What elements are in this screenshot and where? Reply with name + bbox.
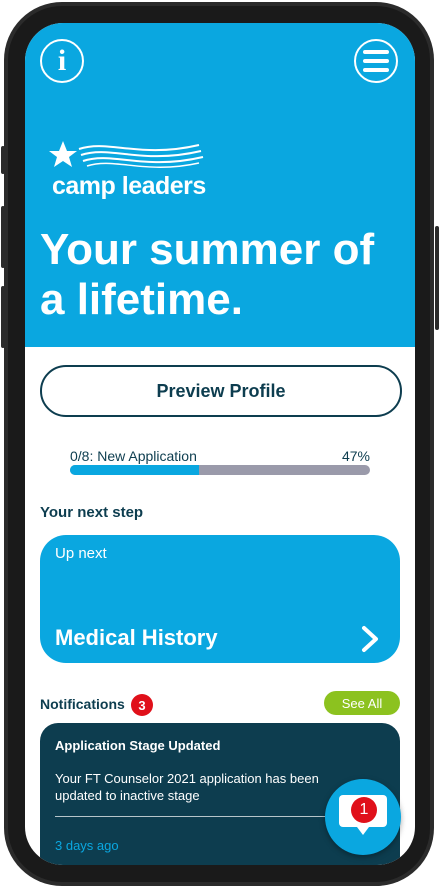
logo-wordmark: camp leaders bbox=[52, 172, 206, 200]
notification-title: Application Stage Updated bbox=[55, 738, 221, 753]
info-button[interactable]: i bbox=[40, 39, 84, 83]
application-progress-label: 0/8: New Application bbox=[70, 448, 197, 464]
volume-up-button bbox=[1, 206, 5, 268]
chevron-right-icon bbox=[362, 626, 378, 652]
notification-time: 3 days ago bbox=[55, 838, 119, 853]
next-step-card[interactable]: Up next Medical History bbox=[40, 535, 400, 663]
power-button bbox=[435, 226, 439, 330]
star-icon bbox=[49, 141, 77, 167]
app-screen: i camp leaders Your summer of a lifetime… bbox=[25, 23, 415, 865]
mute-switch bbox=[1, 146, 5, 174]
application-progress-bar bbox=[70, 465, 370, 475]
hero-headline: Your summer of a lifetime. bbox=[40, 225, 375, 324]
volume-down-button bbox=[1, 286, 5, 348]
menu-button[interactable] bbox=[354, 39, 398, 83]
next-step-heading: Your next step bbox=[40, 504, 144, 521]
notifications-heading: Notifications bbox=[40, 696, 125, 712]
chat-unread-badge: 1 bbox=[351, 797, 377, 823]
notification-divider bbox=[55, 816, 355, 817]
application-progress-fill bbox=[70, 465, 199, 475]
see-all-button[interactable]: See All bbox=[324, 691, 400, 715]
chat-button[interactable]: 1 bbox=[325, 779, 401, 855]
application-progress-percent: 47% bbox=[341, 448, 370, 464]
preview-profile-button[interactable]: Preview Profile bbox=[40, 365, 402, 417]
next-step-title: Medical History bbox=[55, 625, 218, 650]
hero-banner: i camp leaders Your summer of a lifetime… bbox=[25, 23, 415, 347]
info-icon: i bbox=[57, 44, 67, 77]
notifications-count-badge: 3 bbox=[131, 694, 153, 716]
hamburger-icon bbox=[363, 50, 389, 54]
notification-body: Your FT Counselor 2021 application has b… bbox=[55, 771, 319, 803]
up-next-label: Up next bbox=[55, 545, 107, 562]
